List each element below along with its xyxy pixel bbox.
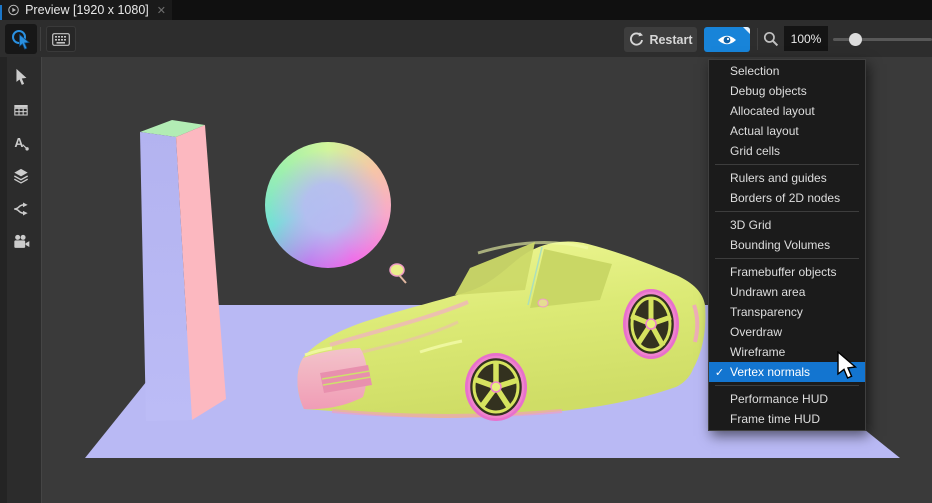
preview-toolbar: Restart 100% <box>0 20 932 57</box>
dropdown-corner-indicator <box>743 27 750 34</box>
menu-item-label: Borders of 2D nodes <box>730 191 840 205</box>
select-arrow-icon <box>11 67 31 87</box>
svg-text:A: A <box>14 136 23 150</box>
tab-preview[interactable]: Preview [1920 x 1080] ✕ <box>0 0 172 20</box>
zoom-slider-track[interactable] <box>833 38 932 41</box>
menu-item-borders-of-2d-nodes[interactable]: Borders of 2D nodes <box>709 188 865 208</box>
menu-item-rulers-and-guides[interactable]: Rulers and guides <box>709 168 865 188</box>
menu-item-transparency[interactable]: Transparency <box>709 302 865 322</box>
menu-item-label: Undrawn area <box>730 285 805 299</box>
sphere <box>265 142 391 268</box>
menu-item-label: Performance HUD <box>730 392 828 406</box>
zoom-slider-handle[interactable] <box>849 33 862 46</box>
menu-item-debug-objects[interactable]: Debug objects <box>709 81 865 101</box>
preview-window: Preview [1920 x 1080] ✕ <box>0 0 932 503</box>
tool-sidebar: A <box>0 57 42 503</box>
tab-bar: Preview [1920 x 1080] ✕ <box>0 0 932 20</box>
checkmark-icon: ✓ <box>709 366 730 379</box>
menu-item-label: Rulers and guides <box>730 171 827 185</box>
menu-item-framebuffer-objects[interactable]: Framebuffer objects <box>709 262 865 282</box>
menu-item-actual-layout[interactable]: Actual layout <box>709 121 865 141</box>
menu-item-label: Bounding Volumes <box>730 238 830 252</box>
restart-button[interactable]: Restart <box>624 27 697 52</box>
text-node-icon: A <box>11 133 31 153</box>
sidebar-item-layers-tool[interactable] <box>9 164 33 188</box>
menu-separator <box>715 164 859 165</box>
menu-item-label: Wireframe <box>730 345 785 359</box>
keyboard-button[interactable] <box>46 26 76 52</box>
menu-separator <box>715 211 859 212</box>
menu-item-3d-grid[interactable]: 3D Grid <box>709 215 865 235</box>
sidebar-item-select-tool[interactable] <box>9 65 33 89</box>
layers-icon <box>11 166 31 186</box>
sidebar-item-split-connections-tool[interactable] <box>9 197 33 221</box>
zoom-slider[interactable] <box>833 26 932 52</box>
play-circle-icon <box>8 3 19 17</box>
sidebar-edge <box>0 57 7 503</box>
menu-item-label: Grid cells <box>730 144 780 158</box>
menu-item-selection[interactable]: Selection <box>709 61 865 81</box>
zoom-level-value[interactable]: 100% <box>784 26 828 51</box>
interaction-mode-button[interactable] <box>5 24 37 54</box>
tab-title: Preview [1920 x 1080] <box>25 3 149 17</box>
interaction-cursor-icon <box>10 28 32 50</box>
magnifier-icon <box>763 31 779 47</box>
menu-item-performance-hud[interactable]: Performance HUD <box>709 389 865 409</box>
menu-item-label: Debug objects <box>730 84 807 98</box>
debug-visualizations-button[interactable] <box>704 27 750 52</box>
split-arrows-icon <box>11 199 31 219</box>
menu-item-label: Allocated layout <box>730 104 815 118</box>
eye-icon <box>717 33 737 47</box>
restart-icon <box>628 32 643 47</box>
car-rear-wheel <box>623 289 679 359</box>
mouse-cursor-icon <box>836 351 862 381</box>
toolbar-separator <box>40 27 41 51</box>
car-front-wheel <box>465 353 527 421</box>
menu-item-label: Transparency <box>730 305 803 319</box>
menu-item-undrawn-area[interactable]: Undrawn area <box>709 282 865 302</box>
keyboard-icon <box>52 33 70 46</box>
menu-item-label: 3D Grid <box>730 218 771 232</box>
sidebar-item-camera-tool[interactable] <box>9 230 33 254</box>
grid-table-icon <box>11 100 31 120</box>
menu-item-label: Actual layout <box>730 124 799 138</box>
menu-item-bounding-volumes[interactable]: Bounding Volumes <box>709 235 865 255</box>
sidebar-item-grid-table-tool[interactable] <box>9 98 33 122</box>
video-camera-icon <box>11 232 31 252</box>
menu-item-label: Framebuffer objects <box>730 265 837 279</box>
toolbar-separator <box>757 28 758 50</box>
sidebar-item-text-tool[interactable]: A <box>9 131 33 155</box>
menu-item-label: Overdraw <box>730 325 782 339</box>
pillar-box <box>140 120 226 421</box>
menu-item-overdraw[interactable]: Overdraw <box>709 322 865 342</box>
restart-label: Restart <box>649 33 692 47</box>
menu-item-frame-time-hud[interactable]: Frame time HUD <box>709 409 865 429</box>
sports-car <box>297 242 705 421</box>
menu-item-label: Vertex normals <box>730 365 810 379</box>
menu-item-grid-cells[interactable]: Grid cells <box>709 141 865 161</box>
tab-close-icon[interactable]: ✕ <box>157 4 166 17</box>
menu-separator <box>715 258 859 259</box>
menu-item-label: Selection <box>730 64 779 78</box>
menu-item-allocated-layout[interactable]: Allocated layout <box>709 101 865 121</box>
menu-item-label: Frame time HUD <box>730 412 820 426</box>
menu-separator <box>715 385 859 386</box>
